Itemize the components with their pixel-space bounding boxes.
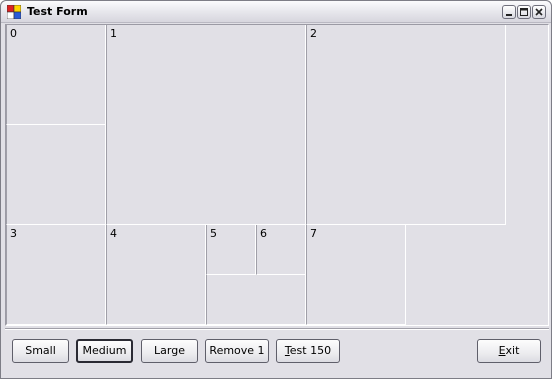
exit-button[interactable]: Exit <box>477 339 541 363</box>
panel-6[interactable]: 6 <box>256 225 306 275</box>
button-bar-divider <box>5 328 549 330</box>
panel-label: 5 <box>210 227 217 240</box>
panel-3[interactable]: 3 <box>6 225 106 325</box>
large-button[interactable]: Large <box>141 339 198 363</box>
app-icon <box>7 5 21 19</box>
panel-empty-slot <box>6 125 106 225</box>
test-150-label: est 150 <box>289 344 332 357</box>
remove-1-button[interactable]: Remove 1 <box>205 339 269 363</box>
panel-empty-slot <box>206 275 306 325</box>
panel-label: 6 <box>260 227 267 240</box>
panel-5[interactable]: 5 <box>206 225 256 275</box>
panel-label: 3 <box>10 227 17 240</box>
minimize-button[interactable] <box>502 5 516 19</box>
close-icon <box>535 8 543 16</box>
panel-label: 7 <box>310 227 317 240</box>
panel-2[interactable]: 2 <box>306 25 506 225</box>
panel-area: 0 1 2 3 4 5 6 7 <box>5 24 549 326</box>
panel-7[interactable]: 7 <box>306 225 406 325</box>
minimize-icon <box>506 14 512 16</box>
window-title: Test Form <box>27 5 88 18</box>
panel-label: 4 <box>110 227 117 240</box>
title-bar[interactable]: Test Form <box>1 1 551 23</box>
medium-button[interactable]: Medium <box>76 339 133 363</box>
test-form-window: Test Form 0 1 2 3 4 5 6 7 Small Medium L… <box>0 0 552 379</box>
panel-label: 1 <box>110 27 117 40</box>
panel-label: 2 <box>310 27 317 40</box>
panel-label: 0 <box>10 27 17 40</box>
panel-4[interactable]: 4 <box>106 225 206 325</box>
exit-mnemonic: E <box>498 344 506 357</box>
small-button[interactable]: Small <box>12 339 69 363</box>
test-150-button[interactable]: Test 150 <box>276 339 340 363</box>
panel-0[interactable]: 0 <box>6 25 106 125</box>
maximize-icon <box>520 8 528 16</box>
exit-label: xit <box>505 344 520 357</box>
maximize-button[interactable] <box>517 5 531 19</box>
panel-1[interactable]: 1 <box>106 25 306 225</box>
close-button[interactable] <box>532 5 546 19</box>
